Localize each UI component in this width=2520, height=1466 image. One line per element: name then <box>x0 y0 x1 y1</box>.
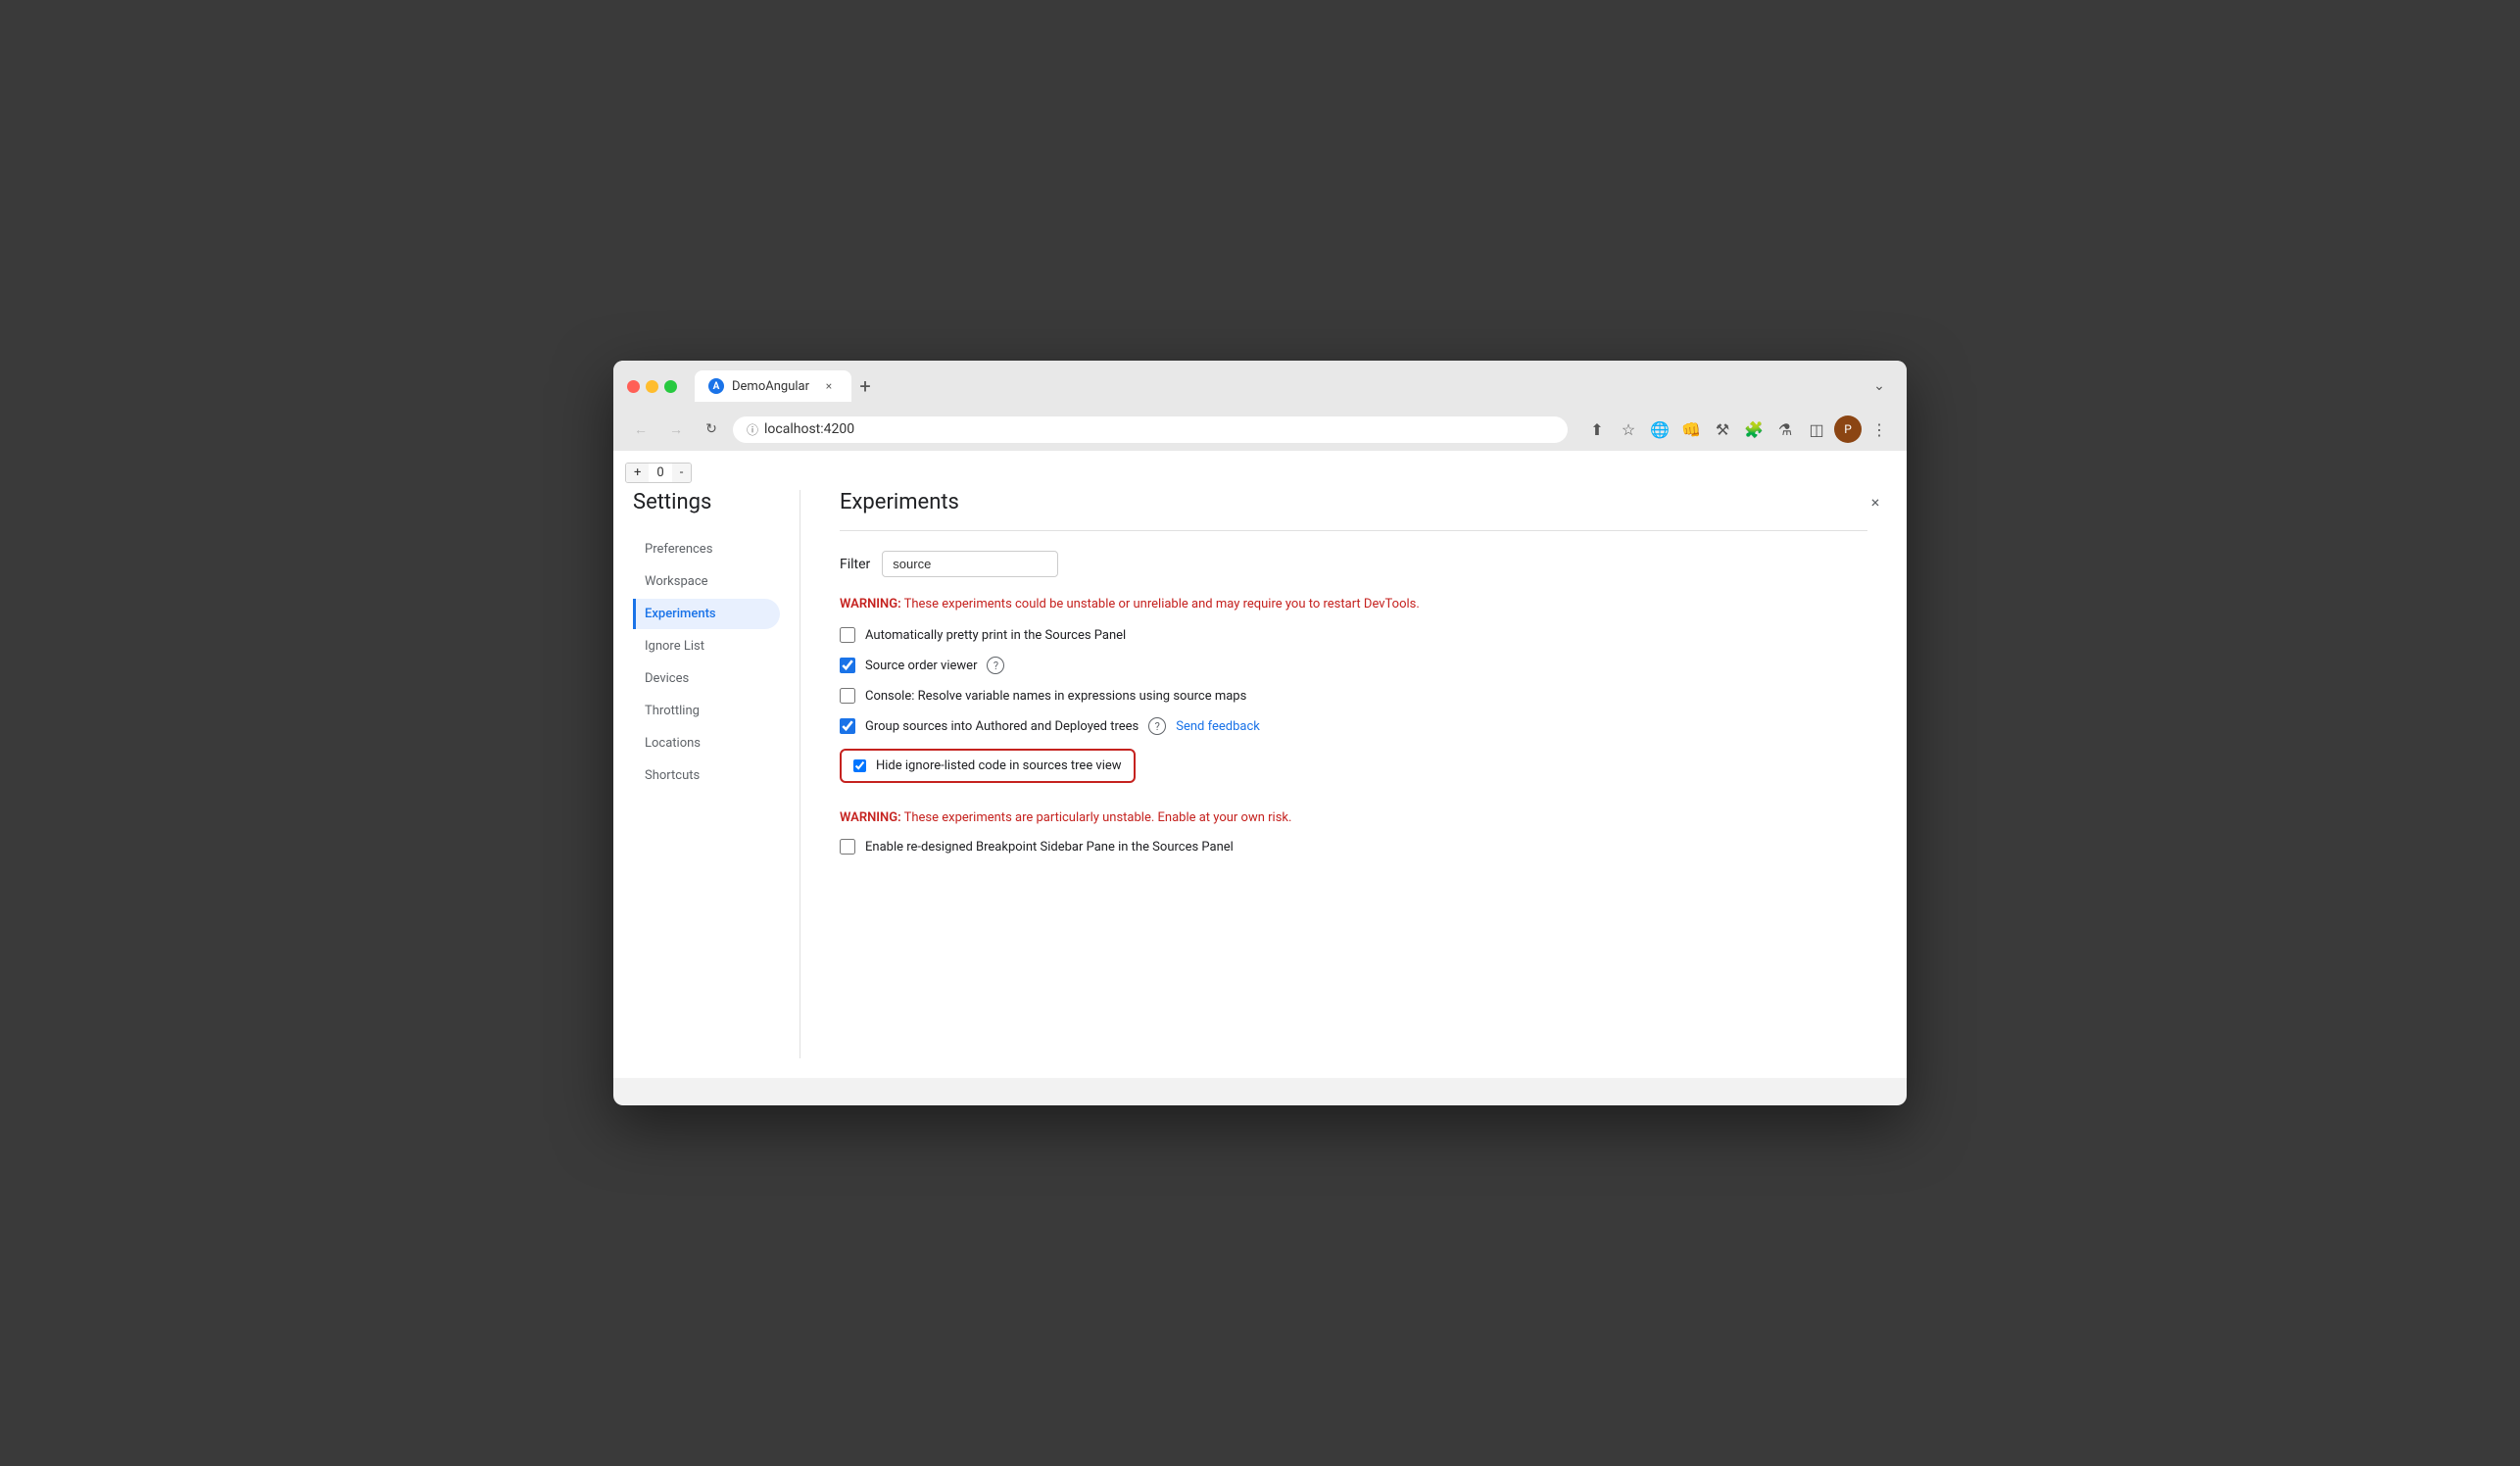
tab-favicon: A <box>708 378 724 394</box>
sidebar-item-ignore-list[interactable]: Ignore List <box>633 631 780 661</box>
active-tab[interactable]: A DemoAngular × <box>695 370 851 402</box>
address-text: localhost:4200 <box>764 421 854 437</box>
checkbox-hide-ignore-listed[interactable] <box>853 759 866 772</box>
warning-message-1: These experiments could be unstable or u… <box>901 597 1420 611</box>
label-console-resolve: Console: Resolve variable names in expre… <box>865 689 1246 704</box>
sidebar-btn[interactable]: ◫ <box>1803 415 1830 443</box>
toolbar-actions: ⬆ ☆ 🌐 👊 ⚒ 🧩 ⚗ ◫ P ⋮ <box>1583 415 1893 443</box>
counter-value: 0 <box>649 464 671 482</box>
counter-minus-btn[interactable]: - <box>672 464 692 482</box>
puzzle-btn[interactable]: 🧩 <box>1740 415 1768 443</box>
sidebar-item-workspace[interactable]: Workspace <box>633 566 780 597</box>
maximize-traffic-light[interactable] <box>664 380 677 393</box>
tab-close-btn[interactable]: × <box>820 377 838 395</box>
help-icon-group-sources[interactable]: ? <box>1148 717 1166 735</box>
option-hide-ignore-listed-wrapper: Hide ignore-listed code in sources tree … <box>840 749 1867 797</box>
label-hide-ignore-listed: Hide ignore-listed code in sources tree … <box>876 758 1122 773</box>
address-bar-row: ← → ↻ ⓘ localhost:4200 ⬆ ☆ 🌐 👊 ⚒ 🧩 ⚗ ◫ P… <box>613 410 1907 451</box>
reload-btn[interactable]: ↻ <box>698 415 725 443</box>
checkbox-console-resolve[interactable] <box>840 688 855 704</box>
filter-input[interactable] <box>882 551 1058 577</box>
label-auto-pretty-print: Automatically pretty print in the Source… <box>865 628 1126 643</box>
label-source-order-viewer: Source order viewer <box>865 659 977 673</box>
page-main: + 0 - Settings Preferences Workspace Exp… <box>613 451 1907 1078</box>
page-content: + 0 - Settings Preferences Workspace Exp… <box>613 451 1907 1078</box>
sidebar-item-preferences[interactable]: Preferences <box>633 534 780 564</box>
sidebar: Settings Preferences Workspace Experimen… <box>633 490 780 1058</box>
help-icon-source-order[interactable]: ? <box>987 657 1004 674</box>
traffic-lights <box>627 380 677 393</box>
tab-bar: A DemoAngular × + <box>695 370 1858 402</box>
counter-plus-btn[interactable]: + <box>626 464 649 482</box>
back-btn[interactable]: ← <box>627 415 654 443</box>
settings-title: Settings <box>633 490 780 514</box>
devtools-counter: + 0 - <box>625 463 692 483</box>
highlighted-option-row: Hide ignore-listed code in sources tree … <box>840 749 1136 783</box>
warning-label-2: WARNING: <box>840 810 901 825</box>
browser-window: A DemoAngular × + ⌄ ← → ↻ ⓘ localhost:42… <box>613 361 1907 1105</box>
share-btn[interactable]: ⬆ <box>1583 415 1611 443</box>
checkbox-source-order-viewer[interactable] <box>840 658 855 673</box>
devtools-btn[interactable]: ⚒ <box>1709 415 1736 443</box>
option-source-order-viewer: Source order viewer ? <box>840 657 1867 674</box>
menu-btn[interactable]: ⋮ <box>1866 415 1893 443</box>
checkbox-group-sources[interactable] <box>840 718 855 734</box>
shield-btn[interactable]: 👊 <box>1677 415 1705 443</box>
profile-btn[interactable]: P <box>1834 415 1862 443</box>
option-console-resolve: Console: Resolve variable names in expre… <box>840 688 1867 704</box>
experiments-title: Experiments <box>840 490 1867 514</box>
browser-titlebar: A DemoAngular × + ⌄ <box>613 361 1907 410</box>
minimize-traffic-light[interactable] <box>646 380 658 393</box>
checkbox-redesigned-breakpoint[interactable] <box>840 839 855 855</box>
forward-btn[interactable]: → <box>662 415 690 443</box>
filter-row: Filter <box>840 551 1867 577</box>
option-redesigned-breakpoint: Enable re-designed Breakpoint Sidebar Pa… <box>840 839 1867 855</box>
option-auto-pretty-print: Automatically pretty print in the Source… <box>840 627 1867 643</box>
warning-message-2: These experiments are particularly unsta… <box>901 810 1292 825</box>
section-divider <box>840 530 1867 531</box>
bookmark-btn[interactable]: ☆ <box>1615 415 1642 443</box>
secure-icon: ⓘ <box>747 421 758 438</box>
label-redesigned-breakpoint: Enable re-designed Breakpoint Sidebar Pa… <box>865 840 1234 855</box>
close-settings-btn[interactable]: × <box>1864 490 1887 513</box>
warning-label-1: WARNING: <box>840 597 901 611</box>
window-dropdown-btn[interactable]: ⌄ <box>1866 372 1893 400</box>
checkbox-auto-pretty-print[interactable] <box>840 627 855 643</box>
address-bar[interactable]: ⓘ localhost:4200 <box>733 416 1568 443</box>
sidebar-item-experiments[interactable]: Experiments <box>633 599 780 629</box>
sidebar-item-devices[interactable]: Devices <box>633 663 780 694</box>
main-content: × Experiments Filter WARNING: These expe… <box>820 490 1887 1058</box>
sidebar-item-locations[interactable]: Locations <box>633 728 780 758</box>
tab-title: DemoAngular <box>732 379 809 394</box>
sidebar-item-shortcuts[interactable]: Shortcuts <box>633 760 780 791</box>
send-feedback-link[interactable]: Send feedback <box>1176 719 1260 734</box>
option-group-sources: Group sources into Authored and Deployed… <box>840 717 1867 735</box>
label-group-sources: Group sources into Authored and Deployed… <box>865 719 1139 734</box>
filter-label: Filter <box>840 557 870 572</box>
warning-text-1: WARNING: These experiments could be unst… <box>840 597 1867 611</box>
sidebar-item-throttling[interactable]: Throttling <box>633 696 780 726</box>
warning-text-2: WARNING: These experiments are particula… <box>840 810 1867 825</box>
new-tab-btn[interactable]: + <box>851 372 879 400</box>
earth-btn[interactable]: 🌐 <box>1646 415 1673 443</box>
flask-btn[interactable]: ⚗ <box>1771 415 1799 443</box>
close-traffic-light[interactable] <box>627 380 640 393</box>
settings-panel: Settings Preferences Workspace Experimen… <box>633 490 1887 1058</box>
